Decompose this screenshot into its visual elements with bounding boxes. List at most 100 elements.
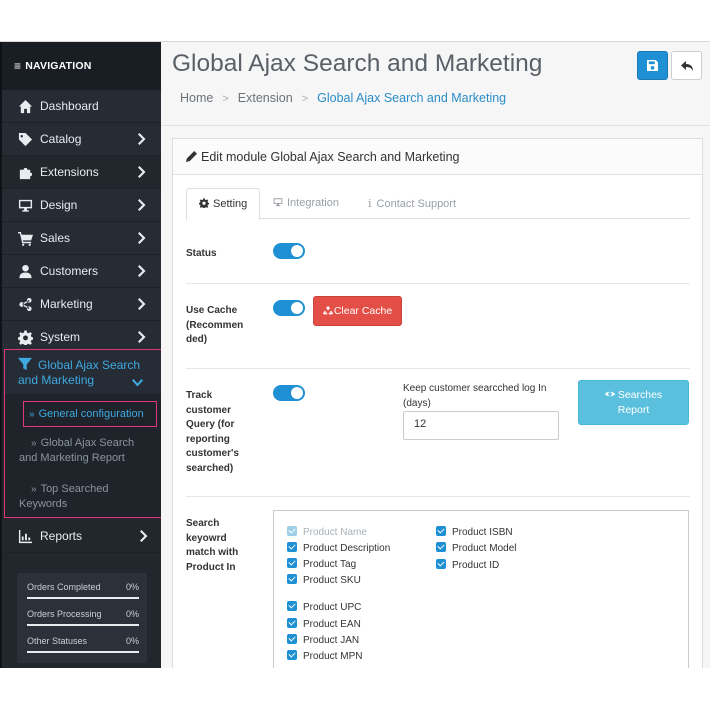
stat-label: Other Statuses <box>27 636 88 646</box>
checkbox-label: Product ISBN <box>452 527 513 538</box>
label-line: (Recommen <box>186 319 244 331</box>
toggle-knob <box>291 387 303 399</box>
tab-setting[interactable]: Setting <box>186 188 260 220</box>
status-toggle[interactable] <box>273 243 305 259</box>
chevron-right-icon <box>138 298 147 310</box>
label-line: match with <box>186 547 239 558</box>
checkbox-box[interactable] <box>436 559 446 569</box>
tab-label: Integration <box>287 197 339 209</box>
clear-cache-button[interactable]: Clear Cache <box>313 296 402 326</box>
main-content: Global Ajax Search and Marketing Home > Ex… <box>161 42 710 668</box>
breadcrumb-separator: > <box>301 93 309 105</box>
checkbox-box[interactable] <box>436 542 446 552</box>
label-line: Product In <box>186 561 236 573</box>
checkbox-product-name[interactable]: Product Name <box>287 526 367 539</box>
monitor-icon <box>18 198 40 213</box>
checkbox-box[interactable] <box>287 618 297 628</box>
label-line: ded) <box>186 334 208 345</box>
tab-label: Contact Support <box>376 198 457 210</box>
stat-label: Orders Completed <box>27 582 101 592</box>
checkbox-box[interactable] <box>287 634 297 644</box>
keep-log-days-input[interactable]: 12 <box>403 411 559 440</box>
checkbox-product-mpn[interactable]: Product MPN <box>287 650 362 663</box>
checkbox-box[interactable] <box>287 574 297 584</box>
tab-integration[interactable]: Integration <box>273 188 339 219</box>
checkbox-product-tag[interactable]: Product Tag <box>287 558 356 571</box>
toggle-knob <box>291 302 303 314</box>
track-query-label: Track customer Query (for reporting cust… <box>186 389 239 476</box>
info-icon: i <box>368 197 372 210</box>
checkbox-product-model[interactable]: Product Model <box>436 542 516 555</box>
track-query-toggle[interactable] <box>273 385 305 401</box>
checkbox-product-sku[interactable]: Product SKU <box>287 574 361 587</box>
status-label: Status <box>186 248 217 259</box>
breadcrumb: Home > Extension > Global Ajax Search and Ma… <box>180 91 506 105</box>
sidebar-item-label: Marketing <box>40 297 93 311</box>
chevron-right-icon <box>138 265 147 277</box>
checkbox-product-isbn[interactable]: Product ISBN <box>436 526 513 539</box>
sidebar-item-global-ajax-search[interactable]: Global Ajax Search and Marketing <box>5 350 162 394</box>
checkbox-box[interactable] <box>287 526 297 536</box>
sidebar-item-label: Reports <box>40 529 83 543</box>
stat-value: 0% <box>125 582 139 592</box>
back-button[interactable] <box>671 51 702 80</box>
checkbox-label: Product Name <box>303 527 367 538</box>
stat-progress-bar <box>27 651 139 653</box>
checkbox-product-id[interactable]: Product ID <box>436 559 499 572</box>
breadcrumb-current[interactable]: Global Ajax Search and Marketing <box>317 91 506 105</box>
sidebar-item-reports[interactable]: Reports <box>4 520 163 553</box>
label-line: Query (for <box>186 419 235 430</box>
sidebar-item-label: Customers <box>40 264 99 278</box>
edit-module-panel: Edit module Global Ajax Search and Marke… <box>172 138 703 668</box>
page-title: Global Ajax Search and Marketing <box>172 50 543 77</box>
navigation-header[interactable]: ≡ NAVIGATION <box>2 42 161 90</box>
double-chevron-right-icon: » <box>31 484 37 495</box>
match-product-label: Search keyowrd match with Product In <box>186 517 238 575</box>
menu-bars-icon[interactable]: ≡ <box>14 59 21 73</box>
checkbox-box[interactable] <box>287 601 297 611</box>
chevron-right-icon <box>138 133 147 145</box>
checkbox-box[interactable] <box>287 650 297 660</box>
sidebar-subitem-report[interactable]: » Global Ajax Search and Marketing Report <box>19 436 154 465</box>
label-line: customer <box>186 404 232 416</box>
chevron-right-icon <box>138 331 147 343</box>
eye-icon <box>604 391 615 397</box>
checkbox-product-description[interactable]: Product Description <box>287 542 390 555</box>
searches-report-button[interactable]: Searches Report <box>578 380 689 425</box>
sidebar-subitem-top-searched-keywords[interactable]: » Top Searched Keywords <box>19 482 154 511</box>
puzzle-icon <box>18 165 40 180</box>
checkbox-label: Product ID <box>452 560 500 571</box>
sidebar-subitem-general-configuration[interactable]: » General configuration <box>23 401 157 427</box>
sidebar-item-sales[interactable]: Sales <box>2 222 161 255</box>
save-button[interactable] <box>637 51 668 80</box>
checkbox-box[interactable] <box>287 542 297 552</box>
sidebar-item-dashboard[interactable]: Dashboard <box>2 90 161 123</box>
user-icon <box>18 264 40 279</box>
stat-progress-bar <box>27 624 139 626</box>
breadcrumb-extension[interactable]: Extension <box>238 91 293 105</box>
breadcrumb-home[interactable]: Home <box>180 91 213 105</box>
checkbox-box[interactable] <box>287 558 297 568</box>
stat-orders-processing: Orders Processing 0% <box>27 602 139 629</box>
label-line: Search <box>186 518 220 529</box>
checkbox-product-upc[interactable]: Product UPC <box>287 601 361 614</box>
sidebar-item-extensions[interactable]: Extensions <box>2 156 161 189</box>
sidebar-item-design[interactable]: Design <box>2 189 161 222</box>
reply-arrow-icon <box>680 60 693 71</box>
sidebar-item-customers[interactable]: Customers <box>2 255 161 288</box>
chevron-right-icon <box>138 199 147 211</box>
sidebar-item-catalog[interactable]: Catalog <box>2 123 161 156</box>
breadcrumb-separator: > <box>222 93 229 105</box>
row-divider <box>186 496 690 497</box>
sidebar-item-marketing[interactable]: Marketing <box>2 288 161 321</box>
checkbox-product-ean[interactable]: Product EAN <box>287 618 361 631</box>
gear-icon <box>199 198 209 208</box>
row-divider <box>186 283 690 284</box>
use-cache-label: Use Cache (Recommen ded) <box>186 304 243 348</box>
use-cache-toggle[interactable] <box>273 300 305 316</box>
checkbox-product-jan[interactable]: Product JAN <box>287 634 359 647</box>
checkbox-box[interactable] <box>436 526 446 536</box>
double-chevron-right-icon: » <box>31 438 37 449</box>
tab-contact-support[interactable]: i Contact Support <box>368 188 456 219</box>
label-line: Track <box>186 390 213 401</box>
